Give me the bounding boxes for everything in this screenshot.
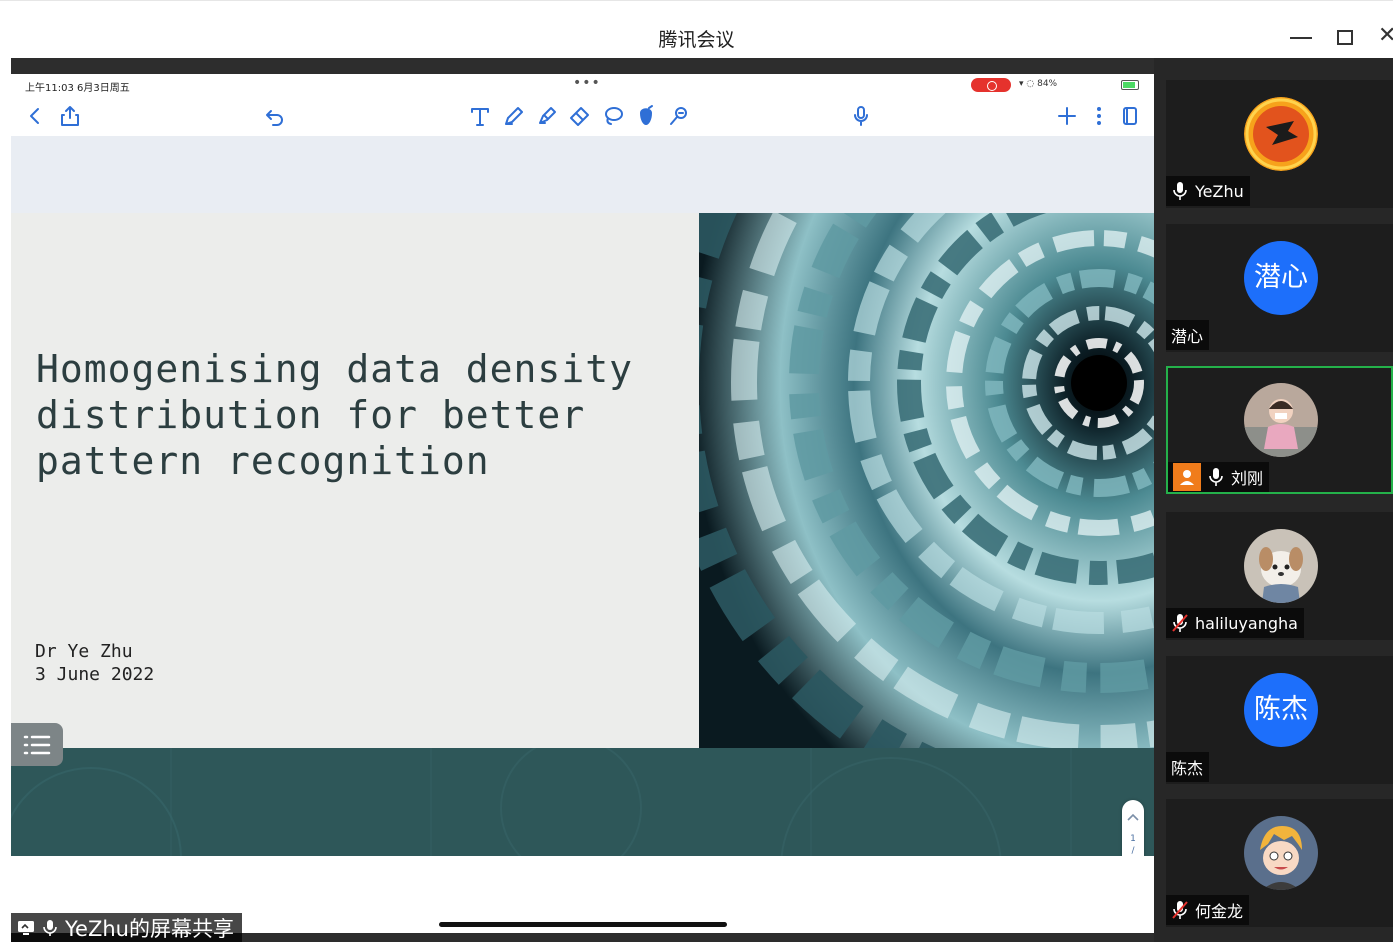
- microphone-icon: [41, 919, 59, 937]
- undo-icon[interactable]: [263, 104, 287, 128]
- text-tool-icon[interactable]: [468, 104, 492, 128]
- avatar: 潜心: [1244, 241, 1318, 315]
- fill-icon[interactable]: [634, 104, 658, 128]
- highlighter-icon[interactable]: [535, 104, 559, 128]
- shared-screen: 上午11:03 6月3日周五 ••• ▾ ◌ 84% Homogenising …: [11, 58, 1154, 942]
- eraser-icon[interactable]: [568, 104, 592, 128]
- page-separator: /: [1131, 846, 1135, 856]
- participant-name-tag: 潜心: [1166, 320, 1210, 350]
- host-badge-icon: [1173, 463, 1201, 491]
- avatar: [1244, 816, 1318, 890]
- lasso-icon[interactable]: [601, 104, 625, 128]
- participant-tile[interactable]: 何金龙: [1166, 799, 1393, 927]
- page-current: 1: [1130, 834, 1136, 844]
- presentation-slide: Homogenising data density distribution f…: [11, 213, 1154, 856]
- participant-name: 刘刚: [1231, 469, 1264, 488]
- ipad-status-bar: 上午11:03 6月3日周五 ••• ▾ ◌ 84%: [11, 74, 1154, 96]
- home-indicator: [439, 922, 727, 927]
- chevron-up-icon[interactable]: [1127, 806, 1139, 821]
- participant-name-tag: YeZhu: [1166, 176, 1250, 206]
- more-icon[interactable]: [1087, 104, 1111, 128]
- slide-tunnel-image: [699, 213, 1154, 748]
- slide-author: Dr Ye Zhu: [35, 641, 133, 662]
- slide-date: 3 June 2022: [35, 664, 155, 685]
- participant-name: haliluyangha: [1195, 613, 1298, 633]
- share-icon[interactable]: [58, 104, 82, 128]
- maximize-button[interactable]: [1337, 30, 1353, 45]
- abstract-data-tunnel-graphic: [699, 213, 1154, 748]
- slide-footer-band: [11, 748, 1154, 856]
- participant-list: YeZhu 潜心 潜心 刘刚 haliluyangha 陈杰 陈杰 何金龙: [1154, 58, 1393, 942]
- ipad-status-time: 上午11:03 6月3日周五: [25, 83, 130, 94]
- multitask-dots-icon: •••: [573, 75, 601, 91]
- microphone-muted-icon: [1171, 900, 1189, 920]
- window-titlebar: 腾讯会议 ✕: [0, 0, 1393, 58]
- participant-tile[interactable]: 潜心 潜心: [1166, 224, 1393, 352]
- participant-name: 陈杰: [1171, 759, 1204, 778]
- recording-indicator-icon: [971, 78, 1011, 92]
- list-icon: [23, 735, 51, 755]
- participant-tile-active[interactable]: 刘刚: [1166, 366, 1393, 494]
- magic-icon[interactable]: [667, 104, 691, 128]
- participant-name-tag: 何金龙: [1166, 895, 1250, 925]
- microphone-icon[interactable]: [849, 104, 873, 128]
- slide-text-panel: Homogenising data density distribution f…: [11, 213, 699, 748]
- screen-share-icon: [17, 919, 35, 937]
- add-icon[interactable]: [1055, 104, 1079, 128]
- notes-app-toolbar: [11, 96, 1154, 136]
- outline-toggle-button[interactable]: [11, 723, 63, 766]
- avatar: [1244, 383, 1318, 457]
- avatar: [1244, 97, 1318, 171]
- participant-name: 潜心: [1171, 327, 1204, 346]
- slide-title: Homogenising data density distribution f…: [36, 347, 633, 483]
- shared-screen-top-border: [11, 58, 1154, 74]
- footer-pattern-graphic: [11, 748, 1072, 856]
- avatar: [1244, 529, 1318, 603]
- participant-name: YeZhu: [1195, 181, 1244, 201]
- ipad-status-indicators: ▾ ◌ 84%: [1019, 79, 1058, 89]
- back-icon[interactable]: [23, 104, 47, 128]
- participant-name-tag: 陈杰: [1166, 752, 1210, 782]
- participant-name-tag: haliluyangha: [1166, 608, 1304, 638]
- close-button[interactable]: ✕: [1378, 25, 1393, 47]
- canvas-margin-top: [11, 136, 1154, 213]
- screen-share-label: YeZhu的屏幕共享: [11, 913, 242, 942]
- window-title: 腾讯会议: [658, 29, 735, 51]
- pen-icon[interactable]: [502, 104, 526, 128]
- participant-tile[interactable]: YeZhu: [1166, 80, 1393, 208]
- microphone-icon: [1207, 467, 1225, 487]
- microphone-muted-icon: [1171, 613, 1189, 633]
- microphone-icon: [1171, 181, 1189, 201]
- pages-icon[interactable]: [1118, 104, 1142, 128]
- participant-tile[interactable]: haliluyangha: [1166, 512, 1393, 640]
- minimize-button[interactable]: [1290, 37, 1312, 39]
- battery-icon: [1121, 80, 1139, 90]
- meeting-window: 腾讯会议 ✕ 上午11:03 6月3日周五 ••• ▾ ◌ 84% Homoge…: [0, 0, 1393, 942]
- screen-share-label-text: YeZhu的屏幕共享: [65, 916, 234, 941]
- participant-tile[interactable]: 陈杰 陈杰: [1166, 656, 1393, 784]
- avatar: 陈杰: [1244, 673, 1318, 747]
- participant-name-tag: 刘刚: [1168, 462, 1270, 492]
- participant-name: 何金龙: [1195, 902, 1244, 921]
